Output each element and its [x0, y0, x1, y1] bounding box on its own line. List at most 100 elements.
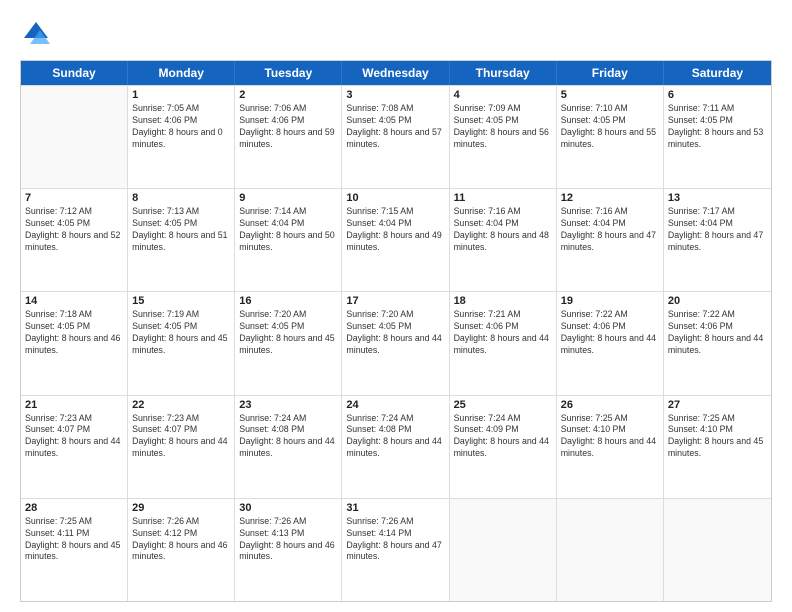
cell-info: Sunrise: 7:25 AMSunset: 4:10 PMDaylight:… [668, 413, 767, 461]
cell-day-number: 13 [668, 192, 767, 204]
calendar-cell: 11 Sunrise: 7:16 AMSunset: 4:04 PMDaylig… [450, 189, 557, 291]
cell-day-number: 16 [239, 295, 337, 307]
calendar-cell: 9 Sunrise: 7:14 AMSunset: 4:04 PMDayligh… [235, 189, 342, 291]
cell-day-number: 31 [346, 502, 444, 514]
cell-day-number: 14 [25, 295, 123, 307]
cell-day-number: 5 [561, 89, 659, 101]
cell-day-number: 19 [561, 295, 659, 307]
calendar-cell: 5 Sunrise: 7:10 AMSunset: 4:05 PMDayligh… [557, 86, 664, 188]
calendar-cell: 1 Sunrise: 7:05 AMSunset: 4:06 PMDayligh… [128, 86, 235, 188]
cell-day-number: 11 [454, 192, 552, 204]
calendar-cell: 17 Sunrise: 7:20 AMSunset: 4:05 PMDaylig… [342, 292, 449, 394]
cell-info: Sunrise: 7:20 AMSunset: 4:05 PMDaylight:… [346, 309, 444, 357]
cell-info: Sunrise: 7:24 AMSunset: 4:09 PMDaylight:… [454, 413, 552, 461]
weekday-header: Saturday [664, 61, 771, 85]
calendar-cell: 18 Sunrise: 7:21 AMSunset: 4:06 PMDaylig… [450, 292, 557, 394]
cell-info: Sunrise: 7:25 AMSunset: 4:10 PMDaylight:… [561, 413, 659, 461]
cell-info: Sunrise: 7:16 AMSunset: 4:04 PMDaylight:… [454, 206, 552, 254]
calendar-cell: 29 Sunrise: 7:26 AMSunset: 4:12 PMDaylig… [128, 499, 235, 601]
calendar-cell: 27 Sunrise: 7:25 AMSunset: 4:10 PMDaylig… [664, 396, 771, 498]
page: SundayMondayTuesdayWednesdayThursdayFrid… [0, 0, 792, 612]
cell-info: Sunrise: 7:22 AMSunset: 4:06 PMDaylight:… [668, 309, 767, 357]
calendar-cell: 21 Sunrise: 7:23 AMSunset: 4:07 PMDaylig… [21, 396, 128, 498]
cell-info: Sunrise: 7:21 AMSunset: 4:06 PMDaylight:… [454, 309, 552, 357]
cell-day-number: 25 [454, 399, 552, 411]
cell-info: Sunrise: 7:12 AMSunset: 4:05 PMDaylight:… [25, 206, 123, 254]
logo [20, 18, 56, 50]
calendar-cell: 4 Sunrise: 7:09 AMSunset: 4:05 PMDayligh… [450, 86, 557, 188]
cell-info: Sunrise: 7:19 AMSunset: 4:05 PMDaylight:… [132, 309, 230, 357]
cell-info: Sunrise: 7:26 AMSunset: 4:13 PMDaylight:… [239, 516, 337, 564]
cell-day-number: 30 [239, 502, 337, 514]
calendar-cell: 28 Sunrise: 7:25 AMSunset: 4:11 PMDaylig… [21, 499, 128, 601]
header [20, 18, 772, 50]
logo-icon [20, 18, 52, 50]
calendar-cell: 22 Sunrise: 7:23 AMSunset: 4:07 PMDaylig… [128, 396, 235, 498]
calendar-row: 1 Sunrise: 7:05 AMSunset: 4:06 PMDayligh… [21, 85, 771, 188]
calendar-cell: 24 Sunrise: 7:24 AMSunset: 4:08 PMDaylig… [342, 396, 449, 498]
calendar-cell: 19 Sunrise: 7:22 AMSunset: 4:06 PMDaylig… [557, 292, 664, 394]
cell-info: Sunrise: 7:24 AMSunset: 4:08 PMDaylight:… [346, 413, 444, 461]
calendar-cell: 16 Sunrise: 7:20 AMSunset: 4:05 PMDaylig… [235, 292, 342, 394]
calendar-cell: 14 Sunrise: 7:18 AMSunset: 4:05 PMDaylig… [21, 292, 128, 394]
calendar-cell: 23 Sunrise: 7:24 AMSunset: 4:08 PMDaylig… [235, 396, 342, 498]
cell-day-number: 29 [132, 502, 230, 514]
cell-day-number: 6 [668, 89, 767, 101]
calendar-cell: 3 Sunrise: 7:08 AMSunset: 4:05 PMDayligh… [342, 86, 449, 188]
cell-info: Sunrise: 7:16 AMSunset: 4:04 PMDaylight:… [561, 206, 659, 254]
calendar-row: 14 Sunrise: 7:18 AMSunset: 4:05 PMDaylig… [21, 291, 771, 394]
cell-info: Sunrise: 7:13 AMSunset: 4:05 PMDaylight:… [132, 206, 230, 254]
cell-day-number: 8 [132, 192, 230, 204]
cell-day-number: 17 [346, 295, 444, 307]
calendar-body: 1 Sunrise: 7:05 AMSunset: 4:06 PMDayligh… [21, 85, 771, 601]
cell-day-number: 4 [454, 89, 552, 101]
cell-day-number: 21 [25, 399, 123, 411]
cell-info: Sunrise: 7:08 AMSunset: 4:05 PMDaylight:… [346, 103, 444, 151]
calendar-cell [557, 499, 664, 601]
cell-info: Sunrise: 7:26 AMSunset: 4:12 PMDaylight:… [132, 516, 230, 564]
cell-day-number: 24 [346, 399, 444, 411]
calendar-cell: 30 Sunrise: 7:26 AMSunset: 4:13 PMDaylig… [235, 499, 342, 601]
cell-day-number: 18 [454, 295, 552, 307]
calendar-header: SundayMondayTuesdayWednesdayThursdayFrid… [21, 61, 771, 85]
cell-day-number: 1 [132, 89, 230, 101]
calendar-row: 7 Sunrise: 7:12 AMSunset: 4:05 PMDayligh… [21, 188, 771, 291]
calendar-cell: 2 Sunrise: 7:06 AMSunset: 4:06 PMDayligh… [235, 86, 342, 188]
cell-day-number: 22 [132, 399, 230, 411]
weekday-header: Sunday [21, 61, 128, 85]
cell-day-number: 10 [346, 192, 444, 204]
calendar-cell: 13 Sunrise: 7:17 AMSunset: 4:04 PMDaylig… [664, 189, 771, 291]
weekday-header: Monday [128, 61, 235, 85]
calendar-cell: 25 Sunrise: 7:24 AMSunset: 4:09 PMDaylig… [450, 396, 557, 498]
calendar-cell: 10 Sunrise: 7:15 AMSunset: 4:04 PMDaylig… [342, 189, 449, 291]
cell-info: Sunrise: 7:25 AMSunset: 4:11 PMDaylight:… [25, 516, 123, 564]
cell-info: Sunrise: 7:06 AMSunset: 4:06 PMDaylight:… [239, 103, 337, 151]
weekday-header: Wednesday [342, 61, 449, 85]
cell-day-number: 23 [239, 399, 337, 411]
cell-info: Sunrise: 7:24 AMSunset: 4:08 PMDaylight:… [239, 413, 337, 461]
cell-day-number: 2 [239, 89, 337, 101]
cell-day-number: 28 [25, 502, 123, 514]
cell-info: Sunrise: 7:11 AMSunset: 4:05 PMDaylight:… [668, 103, 767, 151]
weekday-header: Friday [557, 61, 664, 85]
cell-day-number: 15 [132, 295, 230, 307]
cell-info: Sunrise: 7:14 AMSunset: 4:04 PMDaylight:… [239, 206, 337, 254]
calendar-cell: 12 Sunrise: 7:16 AMSunset: 4:04 PMDaylig… [557, 189, 664, 291]
weekday-header: Thursday [450, 61, 557, 85]
calendar-cell: 31 Sunrise: 7:26 AMSunset: 4:14 PMDaylig… [342, 499, 449, 601]
calendar-cell [21, 86, 128, 188]
cell-day-number: 3 [346, 89, 444, 101]
cell-info: Sunrise: 7:15 AMSunset: 4:04 PMDaylight:… [346, 206, 444, 254]
cell-day-number: 9 [239, 192, 337, 204]
calendar-cell: 6 Sunrise: 7:11 AMSunset: 4:05 PMDayligh… [664, 86, 771, 188]
calendar: SundayMondayTuesdayWednesdayThursdayFrid… [20, 60, 772, 602]
calendar-cell [664, 499, 771, 601]
cell-info: Sunrise: 7:22 AMSunset: 4:06 PMDaylight:… [561, 309, 659, 357]
cell-info: Sunrise: 7:17 AMSunset: 4:04 PMDaylight:… [668, 206, 767, 254]
cell-info: Sunrise: 7:18 AMSunset: 4:05 PMDaylight:… [25, 309, 123, 357]
cell-day-number: 12 [561, 192, 659, 204]
cell-day-number: 7 [25, 192, 123, 204]
calendar-cell [450, 499, 557, 601]
cell-day-number: 27 [668, 399, 767, 411]
calendar-row: 28 Sunrise: 7:25 AMSunset: 4:11 PMDaylig… [21, 498, 771, 601]
